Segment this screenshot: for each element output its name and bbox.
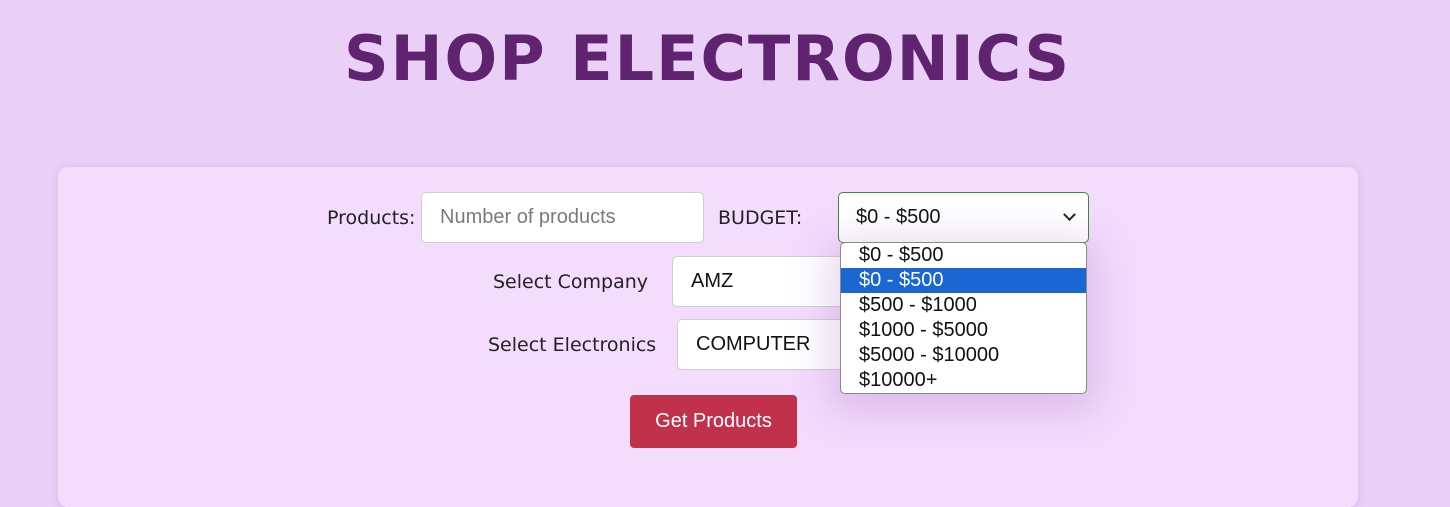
electronics-label: Select Electronics xyxy=(488,334,657,356)
products-label: Products: xyxy=(327,207,416,229)
budget-option[interactable]: $500 - $1000 xyxy=(841,293,1086,318)
company-selected-value: AMZ xyxy=(691,270,734,292)
page-title: SHOP ELECTRONICS xyxy=(344,22,1071,95)
budget-dropdown-list: $0 - $500 $0 - $500 $500 - $1000 $1000 -… xyxy=(840,242,1087,394)
budget-option[interactable]: $5000 - $10000 xyxy=(841,343,1086,368)
company-label: Select Company xyxy=(493,271,649,293)
electronics-selected-value: COMPUTER xyxy=(696,333,811,355)
budget-label: BUDGET: xyxy=(718,207,803,229)
products-input[interactable]: Number of products xyxy=(421,192,704,243)
budget-selected-value: $0 - $500 xyxy=(856,206,941,228)
budget-select[interactable]: $0 - $500 xyxy=(838,192,1089,243)
chevron-down-icon xyxy=(1063,208,1076,222)
budget-option[interactable]: $0 - $500 xyxy=(841,243,1086,268)
get-products-button[interactable]: Get Products xyxy=(630,395,797,448)
budget-option-highlighted[interactable]: $0 - $500 xyxy=(841,268,1086,293)
budget-option[interactable]: $1000 - $5000 xyxy=(841,318,1086,343)
budget-option[interactable]: $10000+ xyxy=(841,368,1086,393)
